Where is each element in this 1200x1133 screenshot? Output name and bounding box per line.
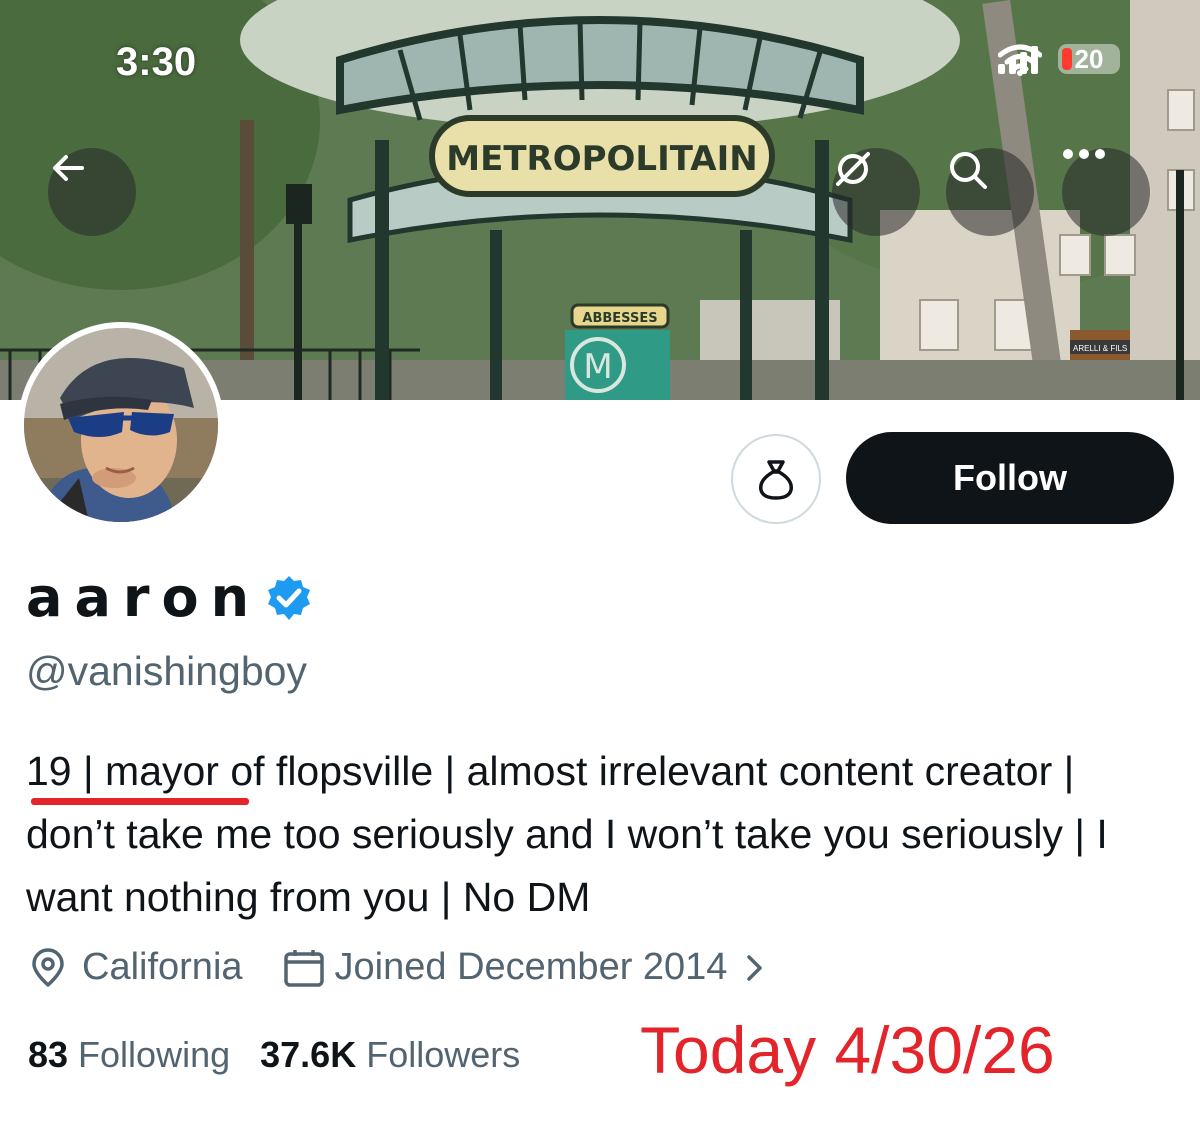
display-name: aaron [26, 566, 262, 629]
search-icon [950, 152, 987, 189]
svg-text:ARELLI & FILS: ARELLI & FILS [1073, 344, 1127, 353]
display-name-row: aaron [26, 566, 313, 629]
calendar-icon [283, 949, 324, 987]
chevron-right-icon [747, 954, 763, 981]
red-underline-annotation [31, 798, 249, 805]
hide-reposts-icon [836, 152, 870, 186]
following-stat[interactable]: 83 Following [28, 1034, 230, 1076]
username-handle: @vanishingboy [26, 648, 307, 694]
hide-reposts-button[interactable] [832, 148, 920, 236]
follow-button[interactable]: Follow [846, 432, 1174, 524]
abbesses-sign-text: ABBESSES [582, 311, 657, 326]
location-text: California [82, 946, 243, 988]
back-arrow-icon [53, 155, 84, 181]
metro-sign-text: METROPOLITAIN [446, 139, 757, 179]
more-button[interactable] [1062, 148, 1150, 236]
profile-bio: 19 | mayor of flopsville | almost irrele… [26, 740, 1156, 929]
battery-level: 20 [1074, 43, 1104, 74]
battery-icon: 20 [1058, 44, 1120, 74]
verified-badge-icon[interactable] [265, 574, 313, 622]
follow-stats: 83 Following 37.6K Followers [28, 1034, 520, 1076]
status-icons: 20 [998, 44, 1120, 76]
followers-count: 37.6K [260, 1034, 357, 1075]
wifi-icon [998, 44, 1042, 76]
location-pin-icon [32, 947, 64, 987]
tip-button[interactable] [731, 434, 821, 524]
following-count: 83 [28, 1034, 69, 1075]
joined-date-text: Joined December 2014 [334, 946, 728, 988]
more-icon [1063, 149, 1105, 159]
profile-avatar[interactable] [18, 322, 224, 528]
money-bag-icon [759, 460, 793, 500]
search-button[interactable] [946, 148, 1034, 236]
joined-date-item[interactable]: Joined December 2014 [283, 946, 768, 989]
back-button[interactable] [48, 148, 136, 236]
status-time: 3:30 [116, 40, 197, 84]
profile-meta: California Joined December 2014 [28, 946, 767, 989]
following-label: Following [78, 1034, 231, 1075]
followers-label: Followers [366, 1034, 521, 1075]
location-item: California [28, 946, 243, 989]
date-annotation: Today 4/30/26 [640, 1013, 1055, 1087]
avatar-photo [24, 328, 218, 522]
bio-text: 19 | mayor of flopsville | almost irrele… [26, 748, 1108, 920]
metro-m-letter: M [583, 347, 612, 387]
followers-stat[interactable]: 37.6K Followers [260, 1034, 520, 1076]
